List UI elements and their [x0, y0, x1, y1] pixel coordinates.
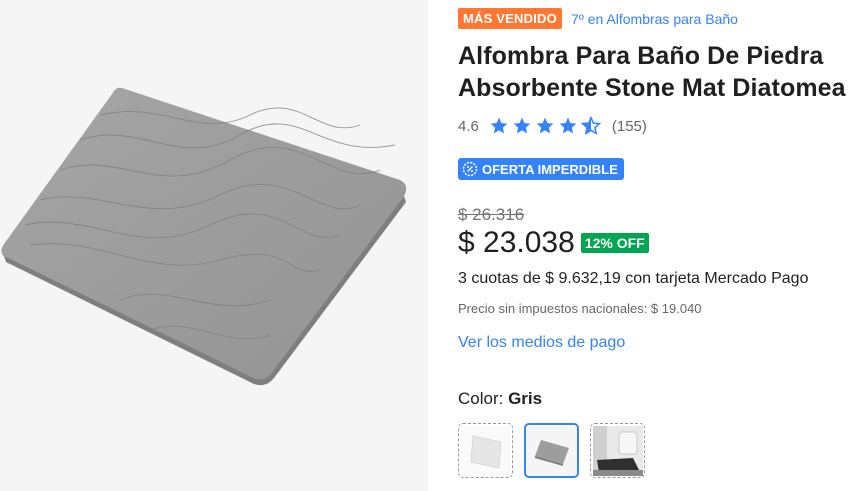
- white-mat-thumbnail: [460, 425, 511, 476]
- product-image-gallery[interactable]: [0, 0, 428, 491]
- discount-badge: 12% OFF: [580, 233, 649, 253]
- star-icon: [536, 117, 554, 134]
- original-price: $ 26.316: [458, 205, 525, 224]
- color-label-prefix: Color:: [458, 389, 509, 408]
- star-icon: [490, 117, 508, 134]
- color-swatch-ambiente[interactable]: [590, 423, 645, 478]
- tax-note: Precio sin impuestos nacionales: $ 19.04…: [458, 301, 702, 316]
- color-swatch-blanco[interactable]: [458, 423, 513, 478]
- product-info-panel: MÁS VENDIDO 7º en Alfombras para Baño Al…: [458, 0, 853, 491]
- star-icon: [513, 117, 531, 134]
- current-price: $ 23.038: [458, 226, 575, 259]
- price-row: $ 23.038 12% OFF: [458, 226, 649, 260]
- product-title-line-2: Absorbente Stone Mat Diatomea: [458, 74, 846, 102]
- deal-badge-label: OFERTA IMPERDIBLE: [482, 161, 618, 177]
- installments-text: 3 cuotas de $ 9.632,19 con tarjeta Merca…: [458, 270, 809, 287]
- category-ranking-link[interactable]: 7º en Alfombras para Baño: [571, 11, 738, 27]
- rating-stars: [489, 116, 604, 136]
- bathroom-mat-thumbnail: [592, 425, 643, 476]
- color-selector-label: Color: Gris: [458, 389, 542, 409]
- rating-row[interactable]: 4.6 (155): [458, 116, 647, 136]
- badge-row: MÁS VENDIDO 7º en Alfombras para Baño: [458, 8, 738, 29]
- gray-mat-thumbnail: [526, 425, 577, 476]
- payment-methods-link[interactable]: Ver los medios de pago: [458, 334, 625, 352]
- stone-mat-image: [1, 87, 407, 386]
- reviews-count-link[interactable]: (155): [612, 118, 647, 135]
- product-title: Alfombra Para Baño De Piedra Absorbente …: [458, 40, 853, 104]
- star-icon: [559, 117, 577, 134]
- rating-value: 4.6: [458, 117, 479, 135]
- best-seller-badge: MÁS VENDIDO: [458, 8, 562, 29]
- color-swatch-gris[interactable]: [524, 423, 579, 478]
- half-star-icon: [580, 116, 601, 135]
- deal-badge: OFERTA IMPERDIBLE: [458, 158, 624, 180]
- selected-color-value: Gris: [508, 389, 543, 408]
- color-swatches: [458, 423, 656, 478]
- deal-icon: [462, 161, 478, 177]
- product-title-line-1: Alfombra Para Baño De Piedra: [458, 42, 824, 70]
